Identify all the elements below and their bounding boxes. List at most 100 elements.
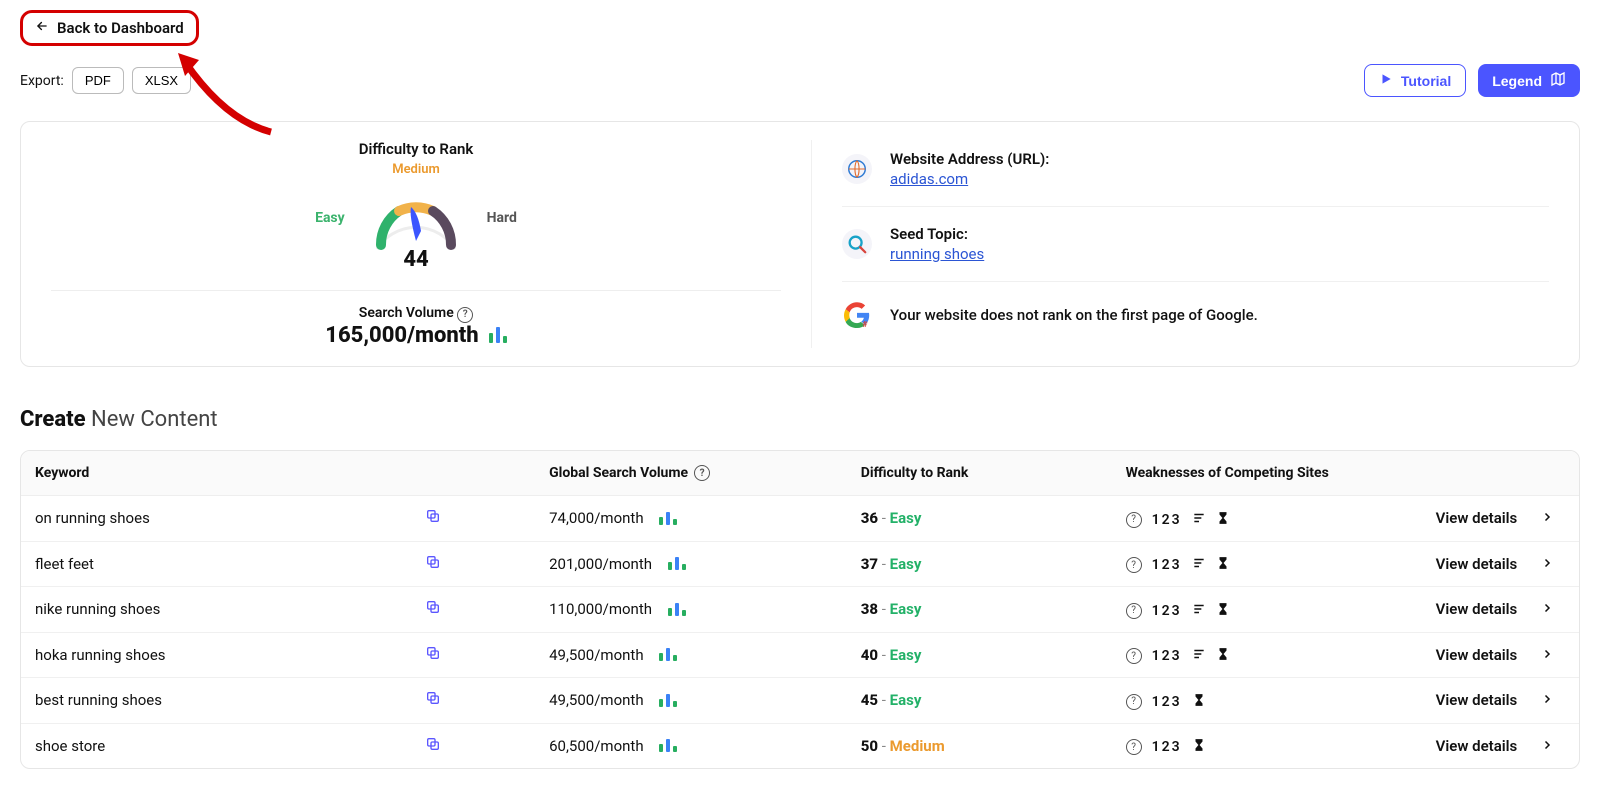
legend-label: Legend xyxy=(1492,73,1542,89)
difficulty-label: Easy xyxy=(890,600,922,618)
table-row: on running shoes74,000/month 36 - Easy?1… xyxy=(21,496,1579,542)
map-icon xyxy=(1550,71,1566,90)
view-details-label: View details xyxy=(1436,737,1518,755)
view-details-label: View details xyxy=(1436,555,1518,573)
bars-icon xyxy=(659,648,677,661)
globe-icon xyxy=(842,154,872,184)
difficulty-label: Easy xyxy=(890,555,922,573)
create-heading-rest: New Content xyxy=(91,407,218,432)
help-icon[interactable]: ? xyxy=(1126,512,1142,528)
back-to-dashboard-button[interactable]: Back to Dashboard xyxy=(20,10,199,46)
bars-icon xyxy=(659,512,677,525)
weakness-123: 123 xyxy=(1152,557,1182,573)
tutorial-label: Tutorial xyxy=(1401,73,1451,89)
help-icon[interactable]: ? xyxy=(1126,694,1142,710)
volume-text: 74,000/month xyxy=(549,509,643,527)
table-row: hoka running shoes49,500/month 40 - Easy… xyxy=(21,633,1579,679)
view-details-button[interactable]: View details xyxy=(1436,646,1553,664)
bars-icon xyxy=(668,557,686,570)
search-volume-label: Search Volume xyxy=(359,305,454,321)
seed-topic-link[interactable]: running shoes xyxy=(890,245,984,263)
help-icon[interactable]: ? xyxy=(1126,648,1142,664)
rank-note: Your website does not rank on the first … xyxy=(890,306,1258,324)
copy-icon[interactable] xyxy=(425,508,441,528)
google-rank-icon: # xyxy=(842,300,872,330)
create-heading: Create New Content xyxy=(20,407,1580,432)
export-xlsx-button[interactable]: XLSX xyxy=(132,67,191,94)
bars-icon xyxy=(659,694,677,707)
tutorial-button[interactable]: Tutorial xyxy=(1364,64,1466,97)
difficulty-label: Easy xyxy=(890,691,922,709)
table-row: fleet feet201,000/month 37 - Easy?123Vie… xyxy=(21,542,1579,588)
col-volume[interactable]: Global Search Volume ? xyxy=(535,451,847,496)
keyword-text: shoe store xyxy=(35,737,105,755)
weakness-123: 123 xyxy=(1152,739,1182,755)
volume-text: 201,000/month xyxy=(549,555,652,573)
chevron-right-icon xyxy=(1541,509,1553,527)
svg-text:#: # xyxy=(862,320,867,328)
difficulty-number: 38 xyxy=(861,600,878,618)
gauge-hard-label: Hard xyxy=(487,210,517,226)
bars-icon xyxy=(668,603,686,616)
copy-icon[interactable] xyxy=(425,554,441,574)
keyword-text: on running shoes xyxy=(35,509,150,527)
help-icon[interactable]: ? xyxy=(694,465,710,481)
copy-icon[interactable] xyxy=(425,690,441,710)
keyword-text: nike running shoes xyxy=(35,600,160,618)
table-row: nike running shoes110,000/month 38 - Eas… xyxy=(21,587,1579,633)
view-details-button[interactable]: View details xyxy=(1436,600,1553,618)
export-pdf-button[interactable]: PDF xyxy=(72,67,124,94)
legend-button[interactable]: Legend xyxy=(1478,64,1580,97)
difficulty-number: 50 xyxy=(861,737,878,755)
copy-icon[interactable] xyxy=(425,645,441,665)
col-difficulty[interactable]: Difficulty to Rank xyxy=(847,451,1112,496)
list-icon xyxy=(1192,556,1206,574)
help-icon[interactable]: ? xyxy=(1126,557,1142,573)
help-icon[interactable]: ? xyxy=(457,307,473,323)
table-row: best running shoes49,500/month 45 - Easy… xyxy=(21,678,1579,724)
chevron-right-icon xyxy=(1541,691,1553,709)
bars-icon xyxy=(489,327,507,343)
difficulty-number: 36 xyxy=(861,509,878,527)
bars-icon xyxy=(659,739,677,752)
play-icon xyxy=(1379,72,1393,89)
keyword-text: hoka running shoes xyxy=(35,646,166,664)
difficulty-label: Easy xyxy=(890,509,922,527)
col-keyword[interactable]: Keyword xyxy=(21,451,535,496)
chevron-right-icon xyxy=(1541,600,1553,618)
view-details-button[interactable]: View details xyxy=(1436,691,1553,709)
view-details-button[interactable]: View details xyxy=(1436,555,1553,573)
view-details-label: View details xyxy=(1436,600,1518,618)
export-label: Export: xyxy=(20,73,64,89)
weakness-123: 123 xyxy=(1152,512,1182,528)
volume-text: 110,000/month xyxy=(549,600,652,618)
hourglass-icon xyxy=(1216,602,1230,620)
copy-icon[interactable] xyxy=(425,736,441,756)
copy-icon[interactable] xyxy=(425,599,441,619)
difficulty-number: 40 xyxy=(861,646,878,664)
col-weaknesses[interactable]: Weaknesses of Competing Sites xyxy=(1112,451,1392,496)
keyword-text: fleet feet xyxy=(35,555,94,573)
hourglass-icon xyxy=(1192,738,1206,756)
search-volume-value: 165,000/month xyxy=(325,323,478,348)
col-volume-label: Global Search Volume xyxy=(549,465,688,481)
view-details-label: View details xyxy=(1436,646,1518,664)
weakness-123: 123 xyxy=(1152,648,1182,664)
help-icon[interactable]: ? xyxy=(1126,739,1142,755)
weakness-123: 123 xyxy=(1152,603,1182,619)
chevron-right-icon xyxy=(1541,555,1553,573)
volume-text: 49,500/month xyxy=(549,646,643,664)
view-details-button[interactable]: View details xyxy=(1436,509,1553,527)
hourglass-icon xyxy=(1192,693,1206,711)
website-link[interactable]: adidas.com xyxy=(890,170,1049,188)
difficulty-title: Difficulty to Rank xyxy=(359,140,474,158)
view-details-label: View details xyxy=(1436,691,1518,709)
volume-text: 60,500/month xyxy=(549,737,643,755)
seed-topic-label: Seed Topic: xyxy=(890,225,984,243)
view-details-button[interactable]: View details xyxy=(1436,737,1553,755)
hourglass-icon xyxy=(1216,647,1230,665)
difficulty-number: 37 xyxy=(861,555,878,573)
chevron-right-icon xyxy=(1541,737,1553,755)
help-icon[interactable]: ? xyxy=(1126,603,1142,619)
list-icon xyxy=(1192,647,1206,665)
